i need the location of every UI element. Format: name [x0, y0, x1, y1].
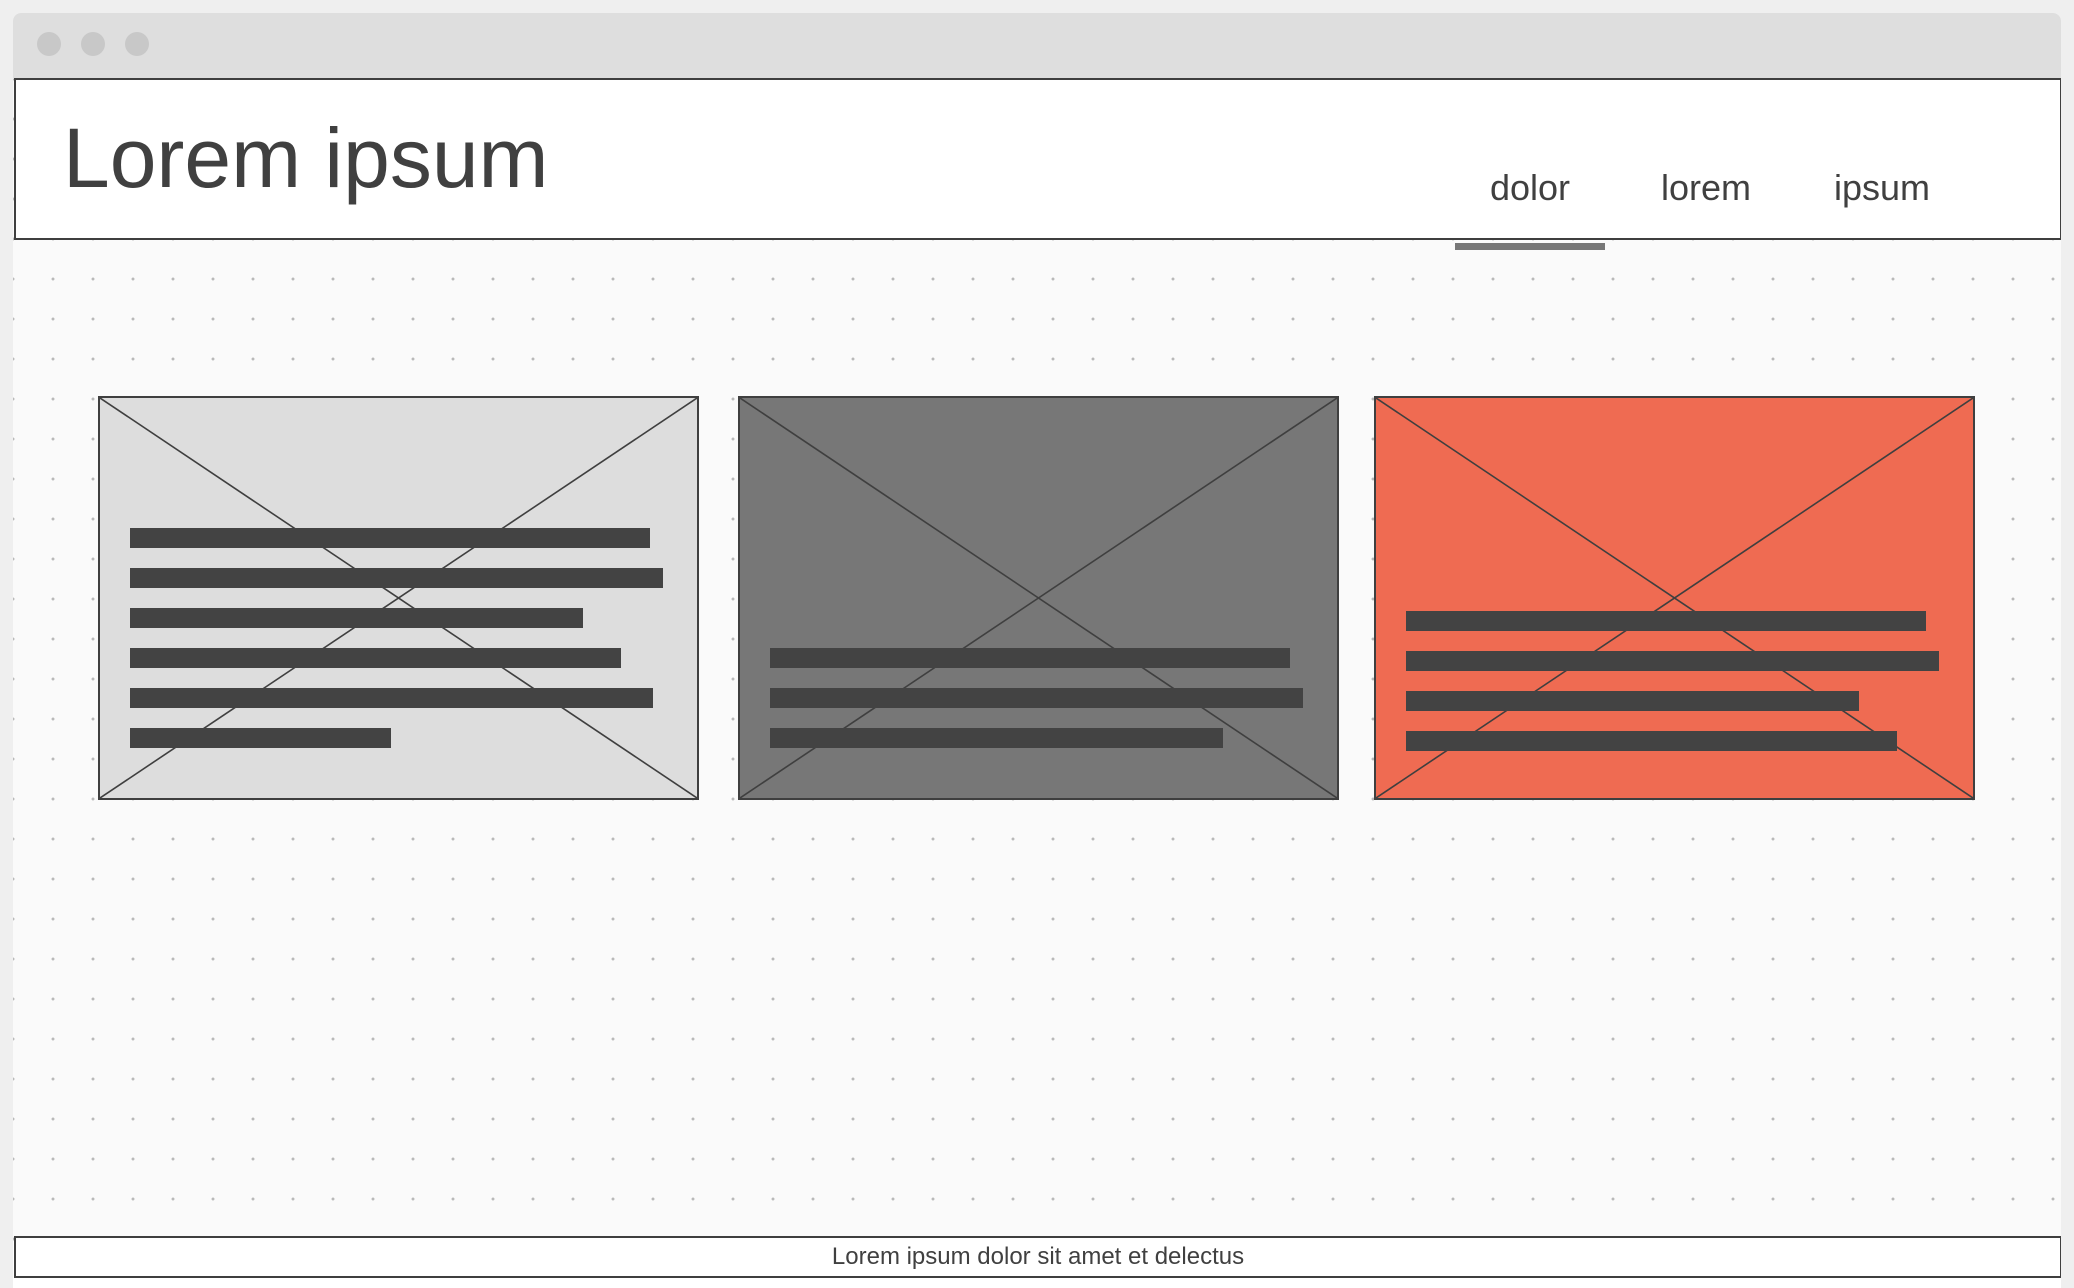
text-placeholder-line	[130, 688, 653, 708]
text-placeholder-line	[130, 528, 650, 548]
text-placeholder-block	[130, 528, 667, 748]
text-placeholder-line	[130, 608, 583, 628]
browser-window: Lorem ipsum dolor lorem ipsum Lorem ipsu…	[13, 13, 2061, 1288]
text-placeholder-line	[770, 648, 1290, 668]
text-placeholder-line	[1406, 651, 1939, 671]
page-title: Lorem ipsum	[63, 111, 549, 205]
text-placeholder-block	[1406, 611, 1943, 751]
page-header: Lorem ipsum dolor lorem ipsum	[14, 78, 2061, 250]
image-card-1[interactable]	[98, 396, 699, 800]
text-placeholder-line	[1406, 611, 1926, 631]
text-placeholder-line	[770, 728, 1223, 748]
nav-tab-lorem[interactable]: lorem	[1618, 170, 1794, 230]
image-card-3[interactable]	[1374, 396, 1975, 800]
nav-tab-dolor[interactable]: dolor	[1442, 170, 1618, 250]
text-placeholder-line	[1406, 691, 1859, 711]
text-placeholder-line	[130, 728, 391, 748]
nav-tab-ipsum[interactable]: ipsum	[1794, 170, 1970, 230]
text-placeholder-line	[770, 688, 1303, 708]
nav-tabs: dolor lorem ipsum	[1442, 170, 1970, 250]
window-close-icon[interactable]	[37, 32, 61, 56]
window-titlebar	[13, 13, 2061, 79]
image-card-2[interactable]	[738, 396, 1339, 800]
text-placeholder-line	[1406, 731, 1897, 751]
text-placeholder-line	[130, 568, 663, 588]
text-placeholder-block	[770, 648, 1307, 748]
window-maximize-icon[interactable]	[125, 32, 149, 56]
page-footer: Lorem ipsum dolor sit amet et delectus	[14, 1236, 2061, 1278]
window-minimize-icon[interactable]	[81, 32, 105, 56]
text-placeholder-line	[130, 648, 621, 668]
